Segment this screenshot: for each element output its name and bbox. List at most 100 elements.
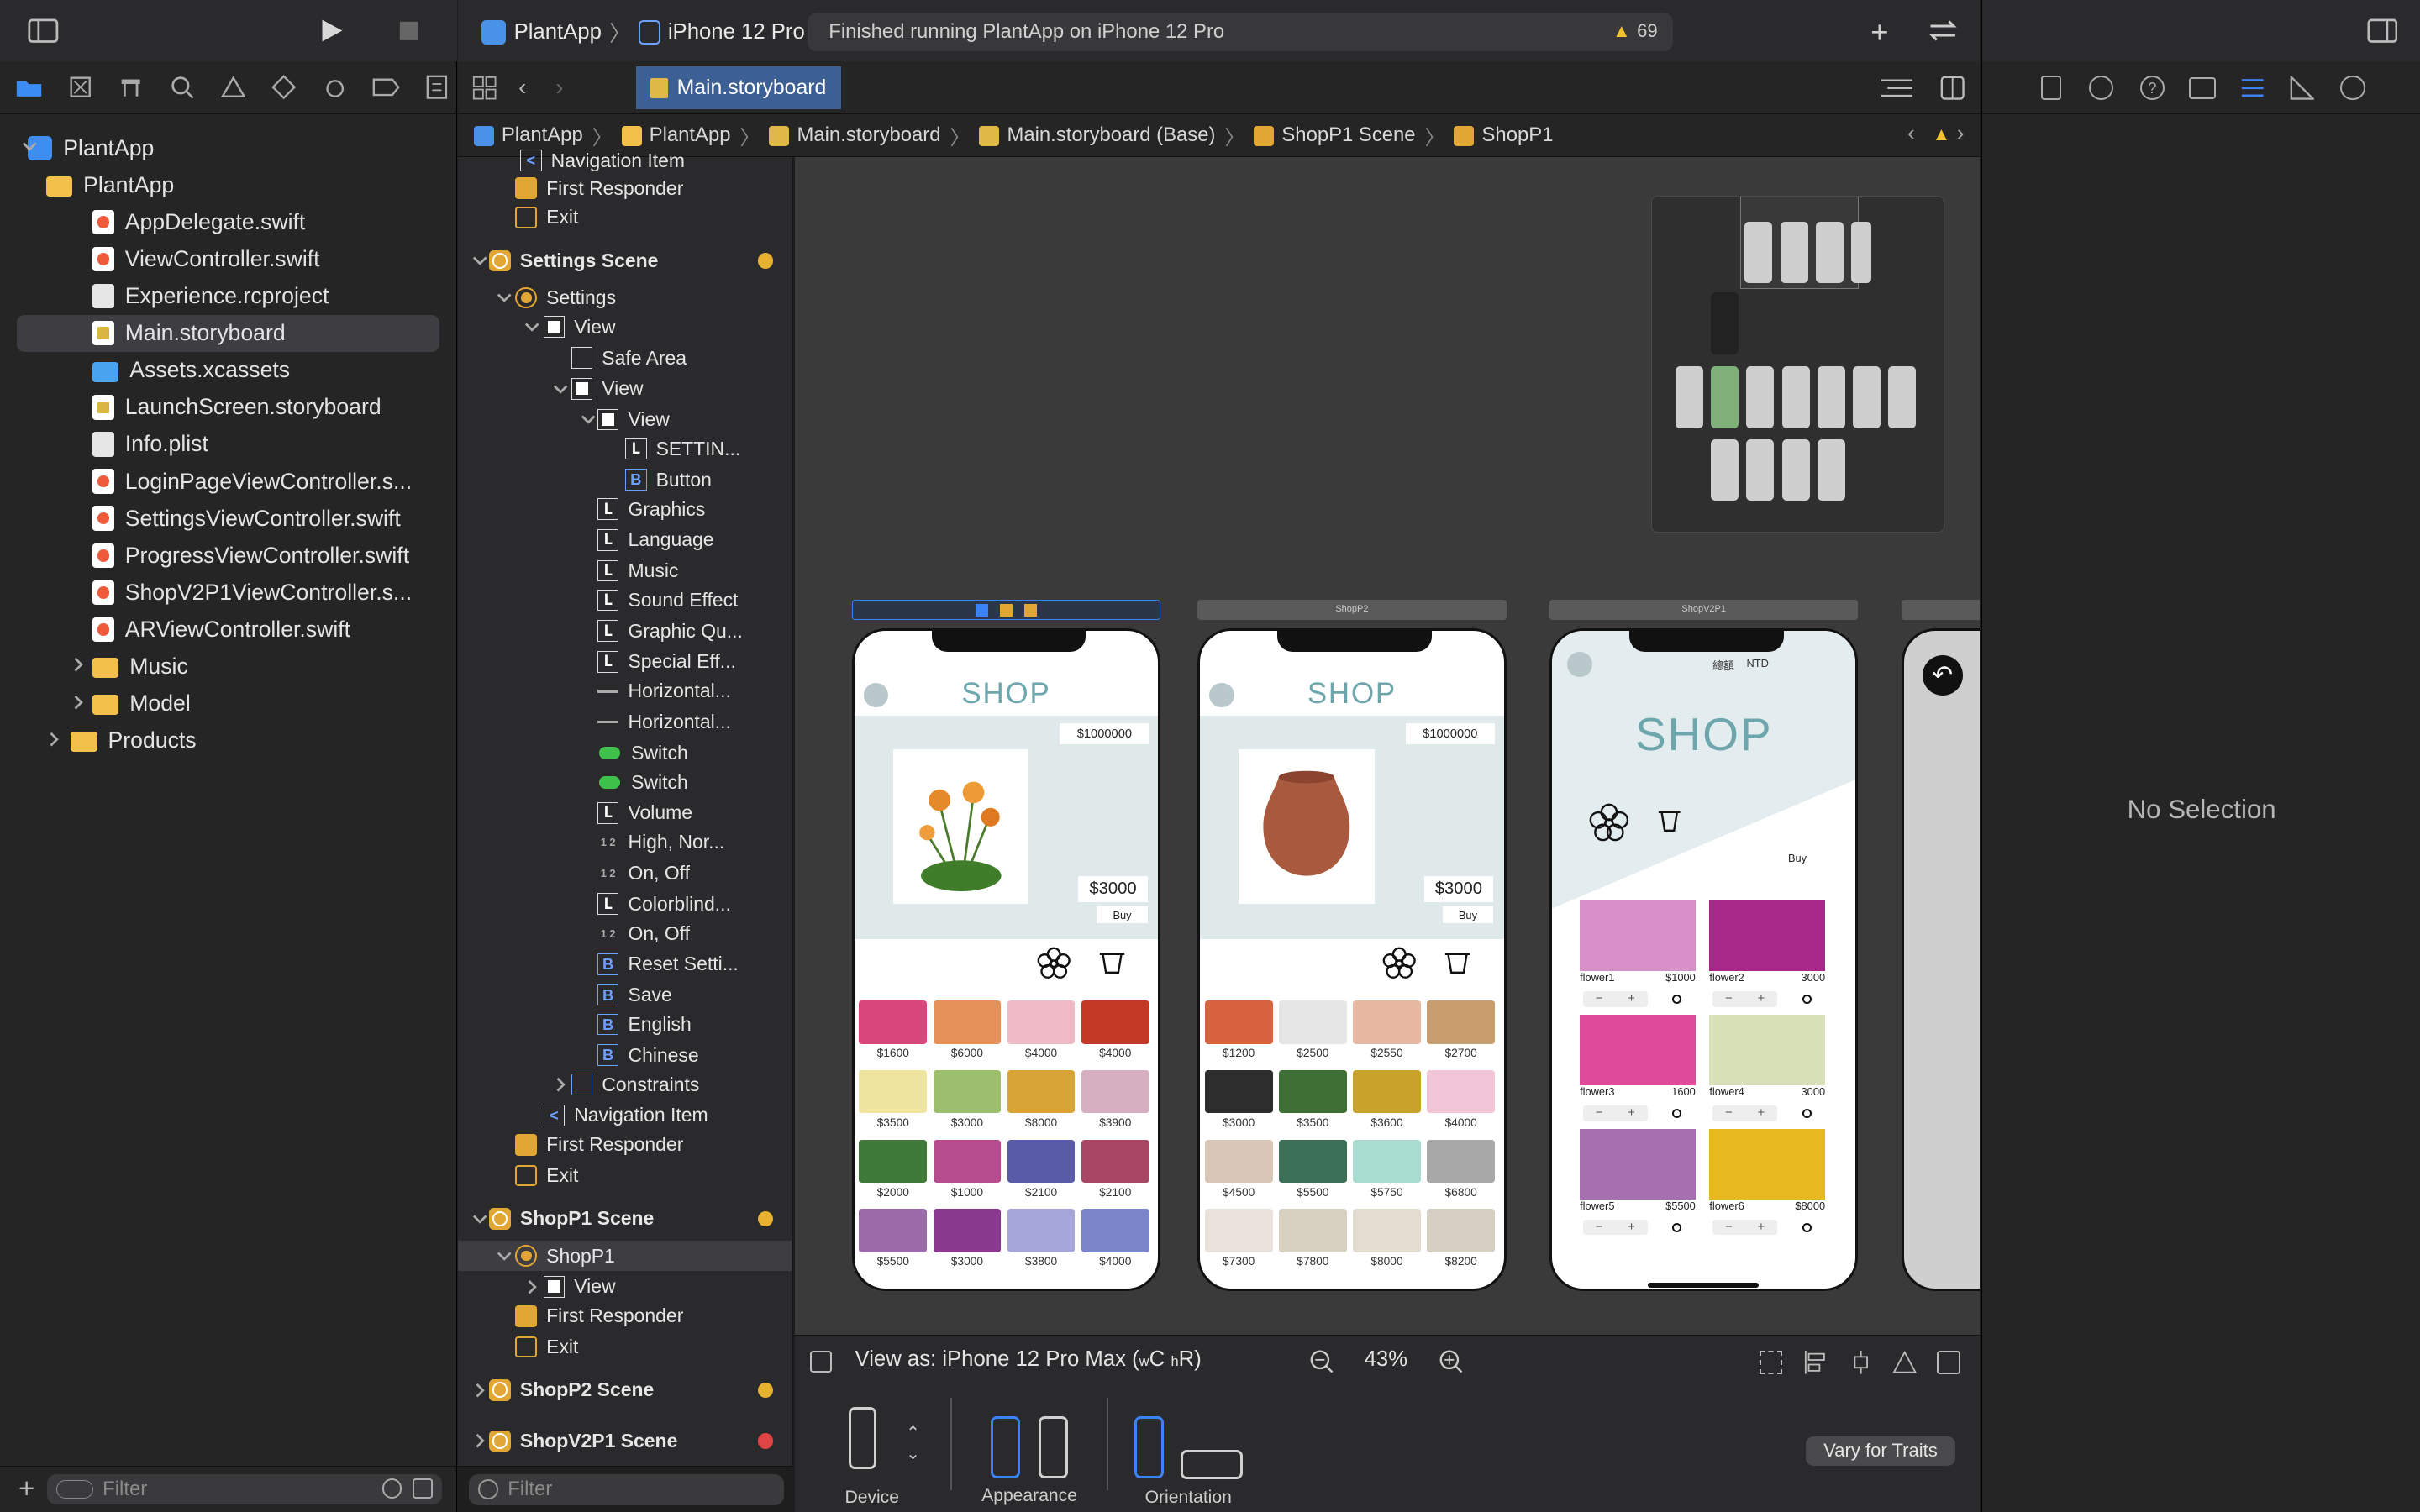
breakpoint-icon[interactable] — [369, 71, 402, 104]
folder-icon[interactable] — [13, 71, 46, 104]
flower-image[interactable] — [1709, 1014, 1826, 1086]
outline-item[interactable]: 1 2 High, Nor... — [458, 827, 792, 858]
quantity-stepper[interactable]: − + — [1712, 1220, 1778, 1236]
chevron-down-icon[interactable] — [497, 1248, 512, 1263]
history-icon[interactable] — [2089, 75, 2114, 101]
warning-badge[interactable]: ▲ 69 — [1612, 20, 1658, 42]
orientation-portrait-icon[interactable] — [1134, 1416, 1164, 1478]
minus-icon[interactable]: − — [1725, 1221, 1733, 1234]
product-item[interactable]: $3000 — [932, 1209, 1002, 1268]
breadcrumb-item[interactable]: ShopP1 Scene — [1254, 123, 1416, 147]
product-item[interactable]: $7300 — [1203, 1209, 1274, 1268]
orientation-landscape-icon[interactable] — [1181, 1450, 1243, 1480]
breadcrumb-item[interactable]: Main.storyboard (Base) — [979, 123, 1215, 147]
quantity-stepper[interactable]: − + — [1582, 1220, 1648, 1236]
buy-button[interactable]: Buy — [1770, 849, 1824, 867]
quantity-stepper[interactable]: − + — [1712, 1105, 1778, 1121]
outline-item[interactable]: Constraints — [458, 1069, 792, 1100]
minus-icon[interactable]: − — [1596, 1221, 1603, 1234]
breadcrumb-item[interactable]: ShopP1 — [1454, 123, 1553, 147]
chevron-right-icon[interactable] — [553, 1077, 568, 1092]
next-scene-dock[interactable] — [1901, 600, 1981, 621]
align-icon[interactable] — [1804, 1351, 1828, 1374]
quantity-stepper[interactable]: − + — [1712, 991, 1778, 1007]
storyboard-canvas[interactable]: ShopP2 ShopV2P1 SHOP $1000000 $3000 Buy … — [794, 157, 1981, 1335]
product-item[interactable]: $6000 — [932, 1000, 1002, 1059]
product-item[interactable]: $8200 — [1425, 1209, 1496, 1268]
product-item[interactable]: $2100 — [1006, 1139, 1076, 1199]
outline-item[interactable]: ShopP1 — [458, 1240, 792, 1272]
outline-item[interactable]: First Responder — [458, 1129, 792, 1160]
outline-item[interactable]: L Music — [458, 555, 792, 586]
navigator-item[interactable]: ViewController.swift — [92, 241, 320, 278]
product-item[interactable]: $3900 — [1080, 1069, 1150, 1129]
shopv2p1-scene-dock[interactable]: ShopV2P1 — [1549, 600, 1859, 621]
next-issue-icon[interactable]: › — [1957, 122, 1965, 146]
navigator-item[interactable]: Info.plist — [92, 426, 208, 463]
product-item[interactable]: $3600 — [1351, 1069, 1422, 1129]
shopv2p1-phone[interactable]: 總額 NTD SHOP Buy flower1 $1000− + flower2 300… — [1549, 627, 1859, 1292]
outline-item[interactable]: Safe Area — [458, 343, 792, 374]
chevron-right-icon[interactable] — [46, 732, 61, 747]
outline-scene[interactable]: ShopV2P1 Scene — [458, 1425, 792, 1457]
navigator-item[interactable]: Assets.xcassets — [92, 352, 290, 389]
shopp2-phone[interactable]: SHOP $1000000 $3000 Buy $1200 $2500 $2550 $… — [1197, 627, 1507, 1292]
product-item[interactable]: $3800 — [1006, 1209, 1076, 1268]
product-item[interactable]: $4000 — [1006, 1000, 1076, 1059]
chevron-down-icon[interactable] — [524, 319, 539, 334]
run-icon[interactable] — [318, 17, 345, 45]
outline-item[interactable]: View — [458, 404, 792, 435]
outline-scene[interactable]: ShopP1 Scene — [458, 1204, 792, 1235]
outline-item[interactable]: Exit — [458, 202, 792, 234]
chevron-right-icon[interactable] — [472, 1383, 487, 1398]
plus-icon[interactable]: + — [1758, 1221, 1765, 1234]
appearance-light-icon[interactable] — [991, 1416, 1021, 1478]
flower-image[interactable] — [1580, 900, 1696, 972]
product-item[interactable]: $4000 — [1080, 1000, 1150, 1059]
flower-icon[interactable] — [1589, 803, 1629, 843]
outline-item[interactable]: B Reset Setti... — [458, 949, 792, 980]
outline-item[interactable]: < Navigation Item — [458, 1100, 792, 1131]
flower-image[interactable] — [1709, 1128, 1826, 1200]
plus-icon[interactable]: + — [1628, 992, 1635, 1005]
navigator-item[interactable]: LoginPageViewController.s... — [92, 463, 412, 500]
shopp2-scene-dock[interactable]: ShopP2 — [1197, 600, 1507, 621]
plus-icon[interactable]: + — [1628, 1221, 1635, 1234]
flower-image[interactable] — [1709, 900, 1826, 972]
outline-toggle-icon[interactable] — [810, 1351, 832, 1373]
update-frames-icon[interactable] — [1759, 1351, 1783, 1374]
navigator-item[interactable]: AppDelegate.swift — [92, 203, 305, 240]
inspector-toggle-icon[interactable] — [2367, 18, 2398, 43]
outline-item[interactable]: View — [458, 1271, 792, 1302]
buy-button[interactable]: Buy — [1442, 906, 1494, 924]
navigator-item[interactable]: Model — [75, 685, 191, 722]
split-editor-icon[interactable] — [1940, 76, 1965, 100]
scheme-selector[interactable]: PlantApp 〉 iPhone 12 Pro — [481, 17, 805, 48]
outline-item[interactable]: Switch — [458, 767, 792, 798]
flower-image[interactable] — [1580, 1014, 1696, 1086]
chevron-down-icon[interactable] — [472, 1211, 487, 1226]
source-control-icon[interactable] — [63, 71, 97, 104]
product-item[interactable]: $4000 — [1080, 1209, 1150, 1268]
warning-icon[interactable]: ▲ — [1933, 123, 1951, 145]
minimap[interactable] — [1651, 196, 1945, 533]
outline-item[interactable]: First Responder — [458, 173, 792, 204]
product-item[interactable]: $4000 — [1425, 1069, 1496, 1129]
zoom-in-icon[interactable] — [1439, 1349, 1463, 1373]
pot-icon[interactable] — [1657, 811, 1681, 832]
outline-item[interactable]: 1 2 On, Off — [458, 918, 792, 949]
back-button-icon[interactable]: ↶ — [1922, 654, 1963, 696]
minus-icon[interactable]: − — [1725, 992, 1733, 1005]
outline-item[interactable]: 1 2 On, Off — [458, 858, 792, 889]
product-item[interactable]: $7800 — [1277, 1209, 1348, 1268]
outline-item[interactable]: Horizontal... — [458, 675, 792, 706]
chevron-right-icon[interactable] — [71, 657, 86, 672]
navigator-item[interactable]: Experience.rcproject — [92, 278, 329, 315]
identity-inspector-icon[interactable] — [2189, 76, 2216, 99]
product-item[interactable]: $8000 — [1006, 1069, 1076, 1129]
chevron-right-icon[interactable] — [472, 1433, 487, 1448]
embed-in-icon[interactable] — [1937, 1351, 1960, 1374]
code-review-icon[interactable] — [1926, 17, 1960, 45]
chevron-down-icon[interactable] — [472, 253, 487, 268]
product-item[interactable]: $2000 — [858, 1139, 929, 1199]
